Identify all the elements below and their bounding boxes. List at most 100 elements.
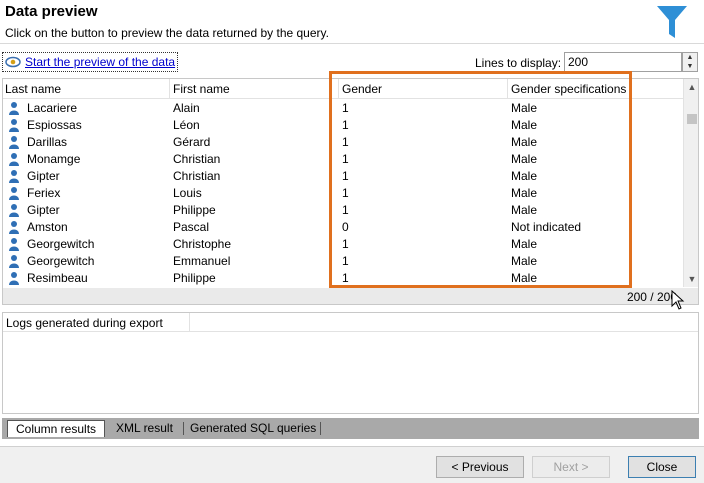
page-header: Data preview Click on the button to prev… bbox=[0, 0, 704, 44]
lines-spinner[interactable]: ▲ ▼ bbox=[682, 52, 698, 72]
table-row[interactable]: Monamge Christian 1 Male bbox=[3, 150, 683, 167]
cell-last-name: Darillas bbox=[27, 135, 68, 149]
person-icon bbox=[9, 119, 19, 132]
person-icon bbox=[9, 187, 19, 200]
cell-gender-specifications: Male bbox=[511, 135, 538, 149]
cell-gender: 1 bbox=[342, 152, 349, 166]
scroll-up-icon[interactable]: ▲ bbox=[684, 79, 698, 95]
cell-last-name: Resimbeau bbox=[27, 271, 88, 285]
vertical-scrollbar[interactable]: ▲ ▼ bbox=[683, 79, 698, 287]
cell-gender: 1 bbox=[342, 186, 349, 200]
cell-first-name: Louis bbox=[173, 186, 202, 200]
cell-gender-specifications: Male bbox=[511, 203, 538, 217]
funnel-icon bbox=[657, 6, 687, 38]
grid-footer: 200 / 200 bbox=[3, 288, 698, 304]
tab-generated-sql-queries[interactable]: Generated SQL queries bbox=[182, 420, 324, 437]
cell-gender-specifications: Male bbox=[511, 169, 538, 183]
tab-xml-result[interactable]: XML result bbox=[108, 420, 181, 437]
table-row[interactable]: Darillas Gérard 1 Male bbox=[3, 133, 683, 150]
cell-gender: 0 bbox=[342, 220, 349, 234]
spin-down-icon[interactable]: ▼ bbox=[683, 62, 697, 71]
column-header-last-name[interactable]: Last name bbox=[5, 82, 61, 96]
cell-gender: 1 bbox=[342, 135, 349, 149]
eye-icon bbox=[5, 56, 21, 68]
table-row[interactable]: Gipter Christian 1 Male bbox=[3, 167, 683, 184]
cell-first-name: Christophe bbox=[173, 237, 232, 251]
cell-first-name: Pascal bbox=[173, 220, 210, 234]
grid-rows: Lacariere Alain 1 Male Espiossas Léon 1 Male Dar… bbox=[3, 99, 683, 286]
table-row[interactable]: Gipter Philippe 1 Male bbox=[3, 201, 683, 218]
table-row[interactable]: Resimbeau Philippe 1 Male bbox=[3, 269, 683, 286]
cell-gender: 1 bbox=[342, 118, 349, 132]
column-divider[interactable] bbox=[338, 79, 339, 99]
cell-gender-specifications: Male bbox=[511, 118, 538, 132]
table-row[interactable]: Feriex Louis 1 Male bbox=[3, 184, 683, 201]
wizard-footer: < Previous Next > Close bbox=[0, 446, 704, 483]
person-icon bbox=[9, 238, 19, 251]
cell-gender: 1 bbox=[342, 203, 349, 217]
cell-gender-specifications: Male bbox=[511, 237, 538, 251]
page-subtitle: Click on the button to preview the data … bbox=[5, 26, 329, 40]
person-icon bbox=[9, 102, 19, 115]
person-icon bbox=[9, 255, 19, 268]
cell-last-name: Georgewitch bbox=[27, 237, 95, 251]
cell-last-name: Lacariere bbox=[27, 101, 78, 115]
column-divider[interactable] bbox=[507, 79, 508, 99]
scroll-down-icon[interactable]: ▼ bbox=[684, 271, 698, 287]
cell-last-name: Georgewitch bbox=[27, 254, 95, 268]
cell-last-name: Gipter bbox=[27, 169, 60, 183]
cell-last-name: Monamge bbox=[27, 152, 81, 166]
person-icon bbox=[9, 170, 19, 183]
logs-header-label: Logs generated during export bbox=[6, 316, 163, 330]
cell-first-name: Léon bbox=[173, 118, 200, 132]
column-divider[interactable] bbox=[169, 79, 170, 99]
cell-gender: 1 bbox=[342, 237, 349, 251]
cell-first-name: Gérard bbox=[173, 135, 211, 149]
cell-gender: 1 bbox=[342, 254, 349, 268]
tab-column-results[interactable]: Column results bbox=[7, 420, 106, 437]
results-grid[interactable]: Last name First name Gender Gender speci… bbox=[2, 78, 699, 305]
lines-to-display-input[interactable] bbox=[564, 52, 682, 72]
page-title: Data preview bbox=[5, 3, 98, 20]
cell-gender: 1 bbox=[342, 169, 349, 183]
table-row[interactable]: Lacariere Alain 1 Male bbox=[3, 99, 683, 116]
close-button[interactable]: Close bbox=[628, 456, 696, 478]
cell-gender-specifications: Not indicated bbox=[511, 220, 582, 234]
cell-last-name: Espiossas bbox=[27, 118, 82, 132]
cell-gender: 1 bbox=[342, 271, 349, 285]
mouse-cursor-icon bbox=[671, 290, 685, 310]
person-icon bbox=[9, 136, 19, 149]
cell-first-name: Christian bbox=[173, 152, 221, 166]
spin-up-icon[interactable]: ▲ bbox=[683, 53, 697, 62]
column-header-first-name[interactable]: First name bbox=[173, 82, 230, 96]
column-header-gender-specifications[interactable]: Gender specifications bbox=[511, 82, 626, 96]
cell-last-name: Feriex bbox=[27, 186, 61, 200]
cell-first-name: Philippe bbox=[173, 203, 216, 217]
table-row[interactable]: Georgewitch Emmanuel 1 Male bbox=[3, 252, 683, 269]
scroll-thumb[interactable] bbox=[687, 114, 697, 124]
table-row[interactable]: Espiossas Léon 1 Male bbox=[3, 116, 683, 133]
row-count: 200 / 200 bbox=[626, 290, 677, 304]
next-button[interactable]: Next > bbox=[532, 456, 610, 478]
previous-button[interactable]: < Previous bbox=[436, 456, 524, 478]
grid-header: Last name First name Gender Gender speci… bbox=[3, 79, 683, 99]
start-preview-link-wrap[interactable]: Start the preview of the data bbox=[2, 52, 179, 72]
person-icon bbox=[9, 204, 19, 217]
cell-gender-specifications: Male bbox=[511, 186, 538, 200]
cell-first-name: Alain bbox=[173, 101, 200, 115]
table-row[interactable]: Georgewitch Christophe 1 Male bbox=[3, 235, 683, 252]
cell-first-name: Philippe bbox=[173, 271, 216, 285]
logs-panel[interactable]: Logs generated during export bbox=[2, 312, 699, 414]
logs-header: Logs generated during export bbox=[3, 313, 698, 332]
person-icon bbox=[9, 272, 19, 285]
cell-first-name: Christian bbox=[173, 169, 221, 183]
column-header-gender[interactable]: Gender bbox=[342, 82, 382, 96]
table-row[interactable]: Amston Pascal 0 Not indicated bbox=[3, 218, 683, 235]
cell-last-name: Amston bbox=[27, 220, 68, 234]
cell-gender: 1 bbox=[342, 101, 349, 115]
cell-first-name: Emmanuel bbox=[173, 254, 231, 268]
person-icon bbox=[9, 221, 19, 234]
cell-gender-specifications: Male bbox=[511, 101, 538, 115]
start-preview-link[interactable]: Start the preview of the data bbox=[25, 55, 175, 69]
column-divider[interactable] bbox=[189, 313, 190, 332]
